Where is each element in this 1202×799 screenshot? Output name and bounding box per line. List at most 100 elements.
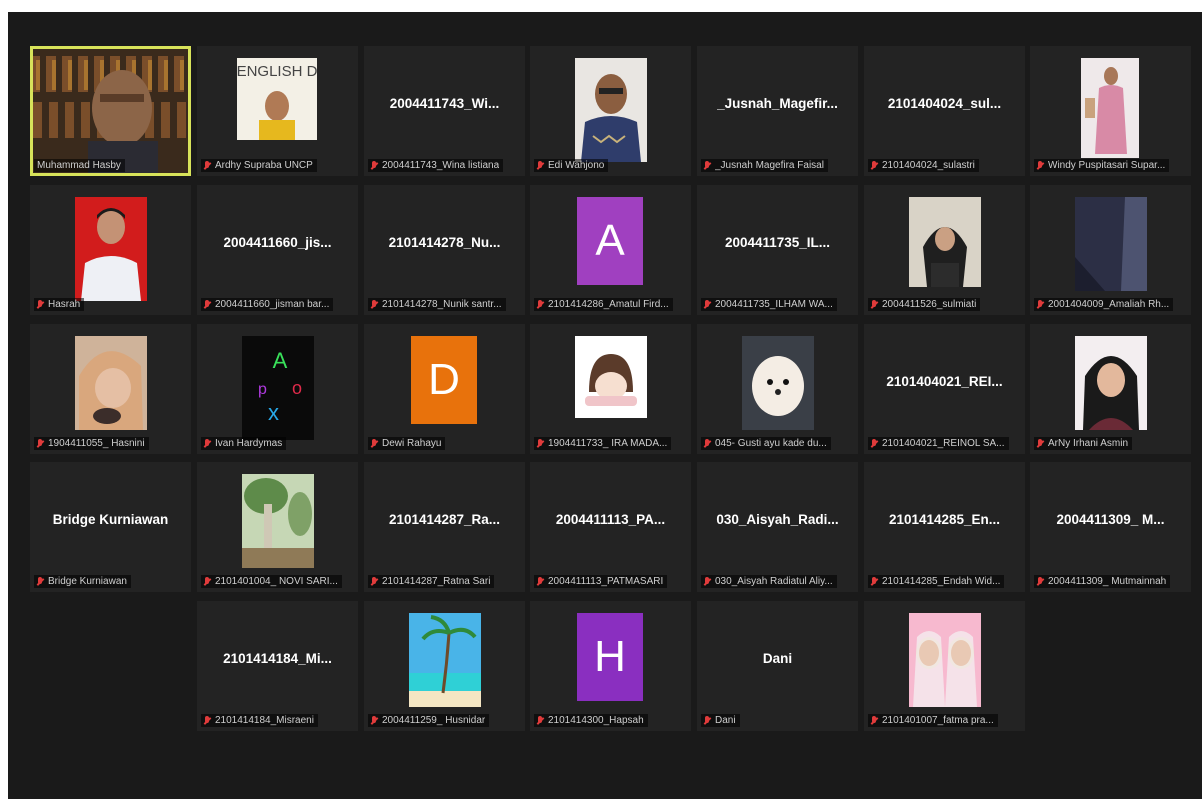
participant-tile[interactable]: 2004411113_PA... 2004411113_PATMASARI — [530, 462, 691, 592]
participant-name: 2004411526_sulmiati — [882, 299, 977, 310]
participant-tile[interactable]: A 2101414286_Amatul Fird... — [530, 185, 691, 315]
participant-name: Edi Wahjono — [548, 160, 605, 171]
participant-tile[interactable]: 2101401004_ NOVI SARI... — [197, 462, 358, 592]
participant-tile[interactable]: Hasrah — [30, 185, 191, 315]
mic-muted-icon — [37, 576, 44, 587]
participant-tile[interactable]: ENGLISH D Ardhy Supraba UNCP — [197, 46, 358, 176]
participant-tile[interactable]: 2101414285_En... 2101414285_Endah Wid... — [864, 462, 1025, 592]
mic-muted-icon — [704, 438, 711, 449]
participant-display-name: Bridge Kurniawan — [52, 512, 169, 527]
mic-muted-icon — [871, 438, 878, 449]
participant-tile[interactable]: 2101414278_Nu... 2101414278_Nunik santr..… — [364, 185, 525, 315]
participant-name: 1904411733_ IRA MADA... — [548, 438, 668, 449]
participant-tile[interactable]: 2004411735_IL... 2004411735_ILHAM WA... — [697, 185, 858, 315]
participant-tile[interactable]: 1904411055_ Hasnini — [30, 324, 191, 454]
participant-name-label: 1904411055_ Hasnini — [34, 437, 149, 450]
participant-tile[interactable]: ArNy Irhani Asmin — [1030, 324, 1191, 454]
participant-name: 030_Aisyah Radiatul Aliy... — [715, 576, 833, 587]
participant-tile[interactable]: Muhammad Hasby — [30, 46, 191, 176]
participant-name-label: Windy Puspitasari Supar... — [1034, 159, 1170, 172]
participant-name: 2101401007_fatma pra... — [882, 715, 994, 726]
participant-tile[interactable]: 2101404024_sul... 2101404024_sulastri — [864, 46, 1025, 176]
participant-tile[interactable]: 2004411526_sulmiati — [864, 185, 1025, 315]
mic-muted-icon — [537, 299, 544, 310]
participant-name-label: 2004411735_ILHAM WA... — [701, 298, 837, 311]
participant-tile[interactable]: 045- Gusti ayu kade du... — [697, 324, 858, 454]
participant-display-name: 2101404024_sul... — [887, 96, 1002, 111]
mic-muted-icon — [204, 715, 211, 726]
mic-muted-icon — [704, 160, 711, 171]
participant-name-label: 2101414278_Nunik santr... — [368, 298, 506, 311]
participant-tile[interactable]: Bridge Kurniawan Bridge Kurniawan — [30, 462, 191, 592]
participant-video — [575, 336, 647, 418]
participant-name: 2101414285_Endah Wid... — [882, 576, 1001, 587]
participant-tile[interactable]: 2101401007_fatma pra... — [864, 601, 1025, 731]
participant-tile[interactable]: 2101404021_REI... 2101404021_REINOL SA... — [864, 324, 1025, 454]
participant-name: _Jusnah Magefira Faisal — [715, 160, 824, 171]
participant-name-label: 2004411526_sulmiati — [868, 298, 981, 311]
mic-muted-icon — [204, 576, 211, 587]
participant-tile[interactable]: Windy Puspitasari Supar... — [1030, 46, 1191, 176]
participant-name-label: Muhammad Hasby — [34, 159, 125, 172]
participant-tile[interactable]: 2101414184_Mi... 2101414184_Misraeni — [197, 601, 358, 731]
participant-name: 2101401004_ NOVI SARI... — [215, 576, 338, 587]
participant-tile[interactable]: Edi Wahjono — [530, 46, 691, 176]
mic-muted-icon — [204, 438, 211, 449]
participant-name: 2101404024_sulastri — [882, 160, 975, 171]
participant-tile[interactable]: Dani Dani — [697, 601, 858, 731]
participant-video — [575, 58, 647, 162]
participant-name-label: 2001404009_Amaliah Rh... — [1034, 298, 1174, 311]
participant-display-name: 2004411743_Wi... — [389, 96, 500, 111]
participant-tile[interactable]: 2004411660_jis... 2004411660_jisman bar..… — [197, 185, 358, 315]
participant-video — [33, 49, 188, 173]
mic-muted-icon — [537, 438, 544, 449]
mic-muted-icon — [371, 715, 378, 726]
participant-name: 2004411743_Wina listiana — [382, 160, 500, 171]
participant-tile[interactable]: 2004411259_ Husnidar — [364, 601, 525, 731]
participant-video — [742, 336, 814, 430]
svg-text:o: o — [292, 378, 302, 398]
participant-name-label: 045- Gusti ayu kade du... — [701, 437, 831, 450]
participant-video — [1081, 58, 1139, 158]
svg-text:ENGLISH D: ENGLISH D — [237, 63, 317, 80]
participant-tile[interactable]: 2004411743_Wi... 2004411743_Wina listiana — [364, 46, 525, 176]
participant-tile[interactable]: D Dewi Rahayu — [364, 324, 525, 454]
participant-name-label: 2101404024_sulastri — [868, 159, 979, 172]
participant-tile[interactable]: 030_Aisyah_Radi... 030_Aisyah Radiatul Al… — [697, 462, 858, 592]
mic-muted-icon — [371, 576, 378, 587]
participant-display-name: 2004411735_IL... — [724, 235, 831, 250]
mic-muted-icon — [371, 160, 378, 171]
mic-muted-icon — [37, 299, 44, 310]
participant-video — [909, 197, 981, 287]
participant-name-label: 2101414300_Hapsah — [534, 714, 648, 727]
participant-name-label: Ivan Hardymas — [201, 437, 287, 450]
participant-name: Dewi Rahayu — [382, 438, 442, 449]
participant-tile[interactable]: 2004411309_ M... 2004411309_ Mutmainnah — [1030, 462, 1191, 592]
mic-muted-icon — [1037, 160, 1044, 171]
participant-name-label: ArNy Irhani Asmin — [1034, 437, 1133, 450]
mic-muted-icon — [704, 576, 711, 587]
mic-muted-icon — [1037, 576, 1044, 587]
participant-tile[interactable]: 2101414287_Ra... 2101414287_Ratna Sari — [364, 462, 525, 592]
participant-name: 2101414300_Hapsah — [548, 715, 644, 726]
participant-name-label: Edi Wahjono — [534, 159, 609, 172]
participant-name-label: 2004411113_PATMASARI — [534, 575, 668, 588]
mic-muted-icon — [871, 715, 878, 726]
participant-name: Hasrah — [48, 299, 81, 310]
participant-tile[interactable]: 1904411733_ IRA MADA... — [530, 324, 691, 454]
participant-tile[interactable]: 2001404009_Amaliah Rh... — [1030, 185, 1191, 315]
participant-tile[interactable]: A p o x Ivan Hardymas — [197, 324, 358, 454]
mic-muted-icon — [1037, 438, 1044, 449]
participant-name: 2004411259_ Husnidar — [382, 715, 486, 726]
participant-tile[interactable]: _Jusnah_Magefir... _Jusnah Magefira Faisa… — [697, 46, 858, 176]
participant-name: 2101414278_Nunik santr... — [382, 299, 502, 310]
mic-muted-icon — [871, 299, 878, 310]
participant-video — [75, 336, 147, 430]
participant-name: 2004411735_ILHAM WA... — [715, 299, 833, 310]
avatar-initial: A — [577, 197, 643, 285]
video-gallery: Muhammad Hasby ENGLISH D Ardhy Supraba U… — [8, 12, 1202, 799]
svg-text:A: A — [273, 348, 288, 373]
participant-tile[interactable]: H 2101414300_Hapsah — [530, 601, 691, 731]
participant-display-name: 2004411660_jis... — [223, 235, 332, 250]
participant-name-label: Bridge Kurniawan — [34, 575, 131, 588]
